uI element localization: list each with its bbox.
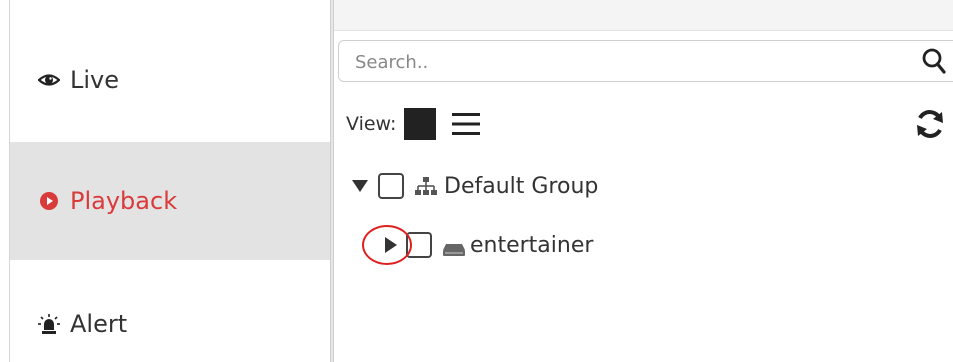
alarm-light-icon	[38, 313, 60, 335]
view-toggle-row: View:	[346, 104, 482, 144]
list-view-icon[interactable]	[450, 110, 482, 138]
view-label: View:	[346, 113, 397, 135]
expand-toggle[interactable]	[362, 225, 412, 265]
eye-icon	[38, 69, 60, 91]
nvr-device-icon	[442, 238, 466, 256]
panel-header-strip	[334, 0, 953, 31]
collapse-arrow-icon[interactable]	[352, 180, 368, 192]
nav-item-playback[interactable]: Playback	[10, 142, 330, 260]
group-tree-icon	[414, 175, 438, 197]
nav-item-live-label: Live	[70, 66, 120, 94]
nav-item-alert[interactable]: Alert	[10, 285, 330, 362]
window-left-edge	[0, 0, 10, 362]
tree-node-default-group[interactable]: Default Group	[352, 168, 598, 204]
search-input[interactable]	[353, 49, 857, 75]
refresh-icon[interactable]	[912, 106, 948, 142]
search-icon[interactable]	[921, 47, 947, 75]
search-box[interactable]	[338, 40, 953, 82]
default-group-checkbox[interactable]	[378, 173, 404, 199]
highlight-circle	[362, 225, 412, 265]
record-icon	[38, 190, 60, 212]
device-tree-panel: View:	[334, 0, 953, 362]
nav-item-playback-label: Playback	[70, 187, 178, 215]
entertainer-label: entertainer	[470, 232, 594, 258]
left-sidebar: Live Playback Alert	[10, 0, 330, 362]
nav-item-live[interactable]: Live	[10, 40, 330, 120]
default-group-label: Default Group	[444, 173, 599, 199]
tree-node-entertainer[interactable]: entertainer	[362, 225, 594, 265]
grid-view-icon[interactable]	[404, 108, 437, 140]
nav-item-alert-label: Alert	[70, 309, 128, 338]
